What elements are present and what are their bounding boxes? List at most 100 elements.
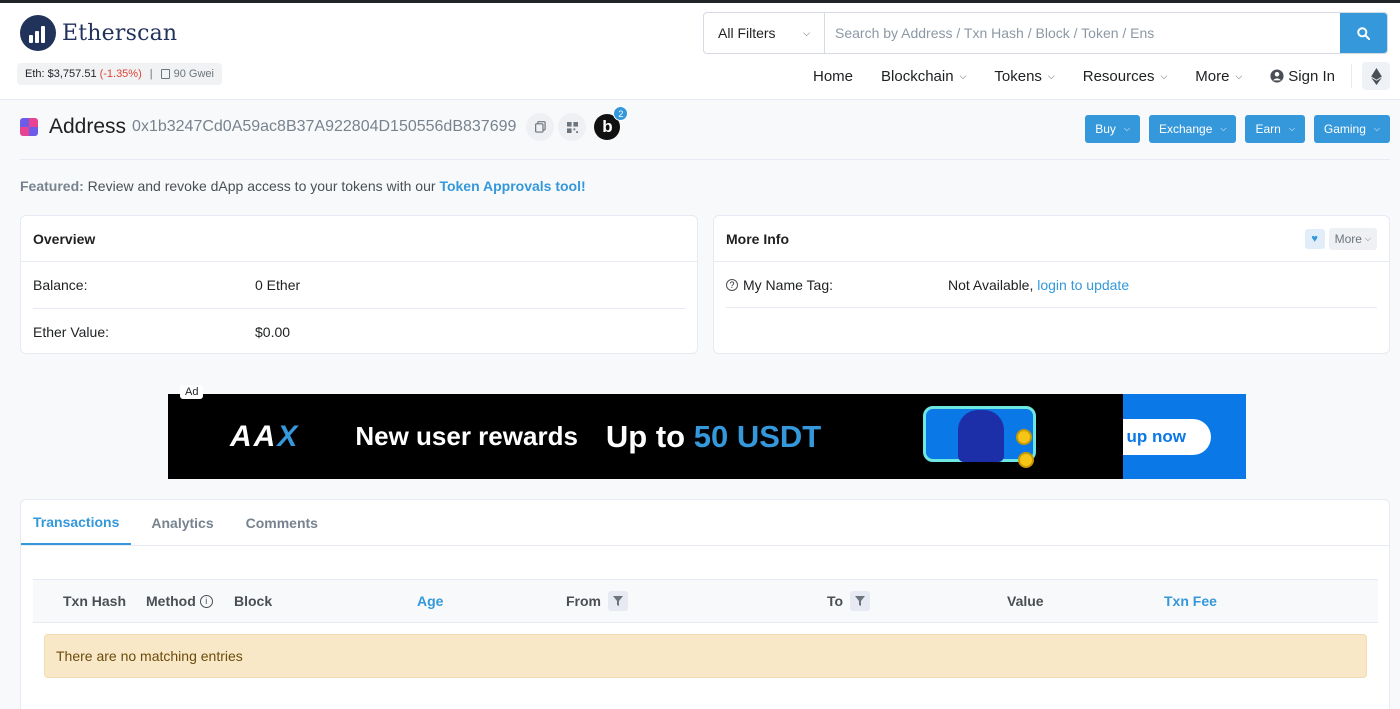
address-hash: 0x1b3247Cd0A59ac8B37A922804D150556dB8376… [132,118,517,135]
aax-logo: AAX [230,419,300,453]
tab-bar: Transactions Analytics Comments [21,500,1389,546]
site-header: Etherscan Eth: $3,757.51 (-1.35%) | 90 G… [0,3,1400,100]
tab-transactions[interactable]: Transactions [21,500,132,545]
ethereum-icon [1370,67,1382,85]
copy-icon [534,121,546,133]
more-info-card: More Info ♥ More ⌵ ? My Name Tag: Not Ava… [713,215,1390,354]
brand-name: Etherscan [62,20,178,46]
address-header: Address 0x1b3247Cd0A59ac8B37A922804D1505… [20,106,629,142]
overview-title: Overview [21,216,697,262]
sign-in-link[interactable]: Sign In [1270,68,1335,85]
tab-analytics[interactable]: Analytics [139,500,225,545]
search-input[interactable] [825,13,1340,53]
address-label: Address [49,115,127,138]
earn-button[interactable]: Earn ⌵ [1245,115,1305,143]
ad-coin-art [1016,429,1032,445]
token-approvals-link[interactable]: Token Approvals tool! [439,178,585,194]
info-icon[interactable]: i [199,594,213,608]
ether-value-row: Ether Value: $0.00 [33,308,685,354]
name-tag-row: ? My Name Tag: Not Available, login to u… [726,262,1377,308]
search-filter-select[interactable]: All Filters ⌵ [704,13,825,53]
chevron-down-icon: ⌵ [1123,124,1130,133]
nav-more[interactable]: More ⌵ [1195,68,1242,85]
nav-blockchain[interactable]: Blockchain ⌵ [881,68,966,85]
chevron-down-icon: ⌵ [959,70,967,81]
exchange-button[interactable]: Exchange ⌵ [1149,115,1237,143]
price-separator: | [149,68,153,80]
featured-text: Review and revoke dApp access to your to… [83,178,440,194]
main-nav: Home Blockchain ⌵ Tokens ⌵ Resources ⌵ More… [813,61,1400,91]
tab-comments[interactable]: Comments [234,500,330,545]
section-divider [20,159,1390,160]
chevron-down-icon: ⌵ [1364,233,1371,243]
search-button[interactable] [1340,13,1387,53]
nav-resources[interactable]: Resources ⌵ [1083,68,1168,85]
eth-price[interactable]: Eth: $3,757.51 [25,68,97,80]
heart-icon: ♥ [1311,232,1318,245]
balance-value: 0 Ether [255,277,301,293]
featured-banner: Featured: Review and revoke dApp access … [20,178,586,194]
search-icon [1357,26,1370,40]
col-method: Method i [146,580,213,622]
ether-value-label: Ether Value: [33,323,110,340]
more-info-more-button[interactable]: More ⌵ [1328,227,1377,250]
ad-coin-art [1018,452,1034,468]
search-filter-label: All Filters [718,25,776,41]
etherscan-logo[interactable]: Etherscan [20,15,177,51]
buy-button[interactable]: Buy ⌵ [1085,115,1140,143]
ad-figure-art [958,410,1004,462]
watchlist-button[interactable]: ♥ [1304,228,1325,249]
chevron-down-icon: ⌵ [1160,70,1168,81]
qr-code-button[interactable] [558,113,587,141]
price-bar: Eth: $3,757.51 (-1.35%) | 90 Gwei [17,63,222,85]
ad-tag: Ad [180,385,204,399]
search-bar: All Filters ⌵ [703,12,1388,54]
col-txn-hash: Txn Hash [63,593,127,609]
ad-offer: Up to 50 USDT [605,418,822,454]
user-circle-icon [1270,69,1284,83]
transactions-card: Transactions Analytics Comments Txn Hash… [20,499,1390,709]
ad-headline: New user rewards [355,421,578,451]
overview-card: Overview Balance: 0 Ether Ether Value: $… [20,215,698,354]
etherscan-logo-icon [20,15,56,51]
chevron-down-icon: ⌵ [1373,124,1380,133]
price-change: (-1.35%) [99,68,142,80]
qr-code-icon [566,121,578,133]
more-info-header: More Info ♥ More ⌵ [714,216,1389,262]
blockscan-chat-button[interactable]: b 2 [594,106,629,140]
gas-price[interactable]: 90 Gwei [174,68,214,80]
col-from: From [566,580,628,622]
chevron-down-icon: ⌵ [1288,124,1295,133]
question-circle-icon[interactable]: ? [726,278,738,291]
balance-row: Balance: 0 Ether [33,262,685,308]
gas-pump-icon [160,69,170,79]
copy-address-button[interactable] [526,113,555,141]
address-avatar-icon [20,118,38,136]
col-value: Value [1007,593,1044,609]
col-to: To [827,580,871,622]
nav-tokens[interactable]: Tokens ⌵ [994,68,1054,85]
col-age[interactable]: Age [417,580,443,622]
chevron-down-icon: ⌵ [1220,124,1227,133]
gaming-button[interactable]: Gaming ⌵ [1313,115,1390,143]
filter-icon[interactable] [850,591,871,611]
col-block: Block [234,593,273,609]
col-txn-fee[interactable]: Txn Fee [1164,580,1217,622]
notification-count-badge: 2 [613,106,629,121]
nav-divider [1351,64,1352,88]
nav-home[interactable]: Home [813,68,853,85]
table-header: Txn Hash Method i Block Age From To Value… [33,579,1378,623]
chevron-down-icon: ⌵ [803,27,810,38]
network-switch-button[interactable] [1362,62,1390,90]
filter-icon[interactable] [608,591,628,611]
featured-prefix: Featured: [20,178,84,194]
balance-label: Balance: [33,277,88,293]
ether-value-value: $0.00 [255,323,291,340]
more-info-title: More Info [726,230,789,247]
ad-banner[interactable]: AAX New user rewards Up to 50 USDT Sign … [168,394,1246,479]
chevron-down-icon: ⌵ [1235,70,1243,81]
chevron-down-icon: ⌵ [1047,70,1055,81]
no-entries-alert: There are no matching entries [44,634,1367,678]
login-to-update-link[interactable]: login to update [1037,277,1129,293]
action-buttons: Buy ⌵ Exchange ⌵ Earn ⌵ Gaming ⌵ [1076,115,1390,143]
